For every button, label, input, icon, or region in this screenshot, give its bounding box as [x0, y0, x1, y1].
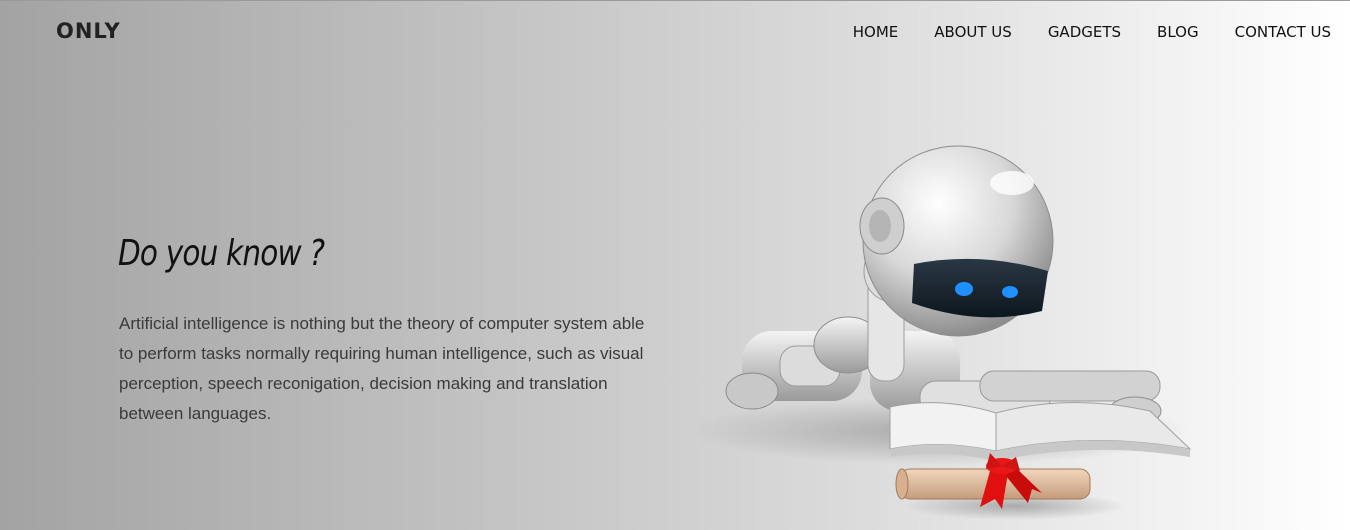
- robot-eye-right: [1002, 286, 1018, 298]
- hero-description: Artificial intelligence is nothing but t…: [119, 314, 645, 423]
- nav-contact-us[interactable]: CONTACT US: [1235, 23, 1331, 41]
- nav-about-us[interactable]: ABOUT US: [934, 23, 1012, 41]
- robot-illustration: [690, 145, 1192, 520]
- hero-title: Do you know ?: [118, 233, 325, 274]
- hero-page: ONLY HOME ABOUT US GADGETS BLOG CONTACT …: [0, 0, 1350, 530]
- logo[interactable]: ONLY: [56, 19, 121, 43]
- nav-gadgets[interactable]: GADGETS: [1048, 23, 1121, 41]
- main-nav: HOME ABOUT US GADGETS BLOG CONTACT US: [853, 23, 1331, 41]
- nav-home[interactable]: HOME: [853, 23, 899, 41]
- nav-blog[interactable]: BLOG: [1157, 23, 1199, 41]
- robot-eye-left: [955, 282, 973, 296]
- book-icon: [889, 401, 1192, 461]
